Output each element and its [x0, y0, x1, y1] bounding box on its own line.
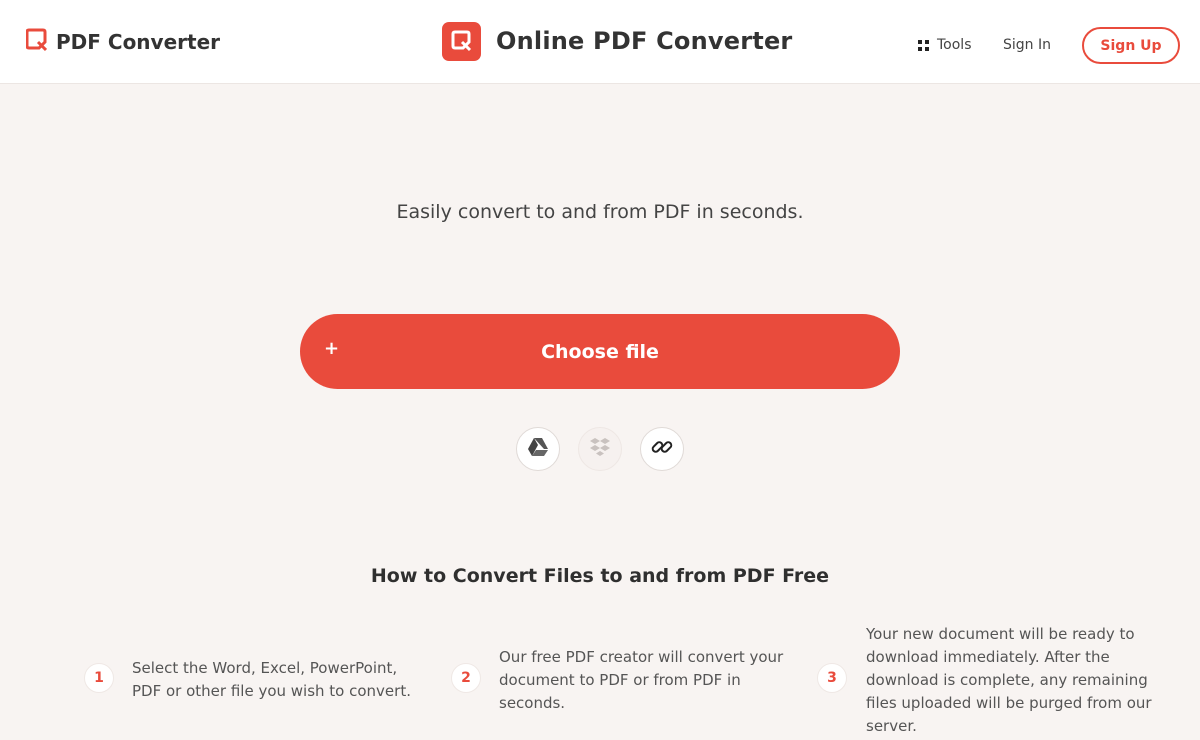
step-number-badge: 1 [84, 663, 114, 693]
tools-label: Tools [937, 37, 972, 53]
choose-file-button[interactable]: + Choose file [300, 314, 900, 389]
sign-in-label: Sign In [1003, 37, 1051, 53]
step-number-badge: 3 [817, 663, 847, 693]
sign-in-link[interactable]: Sign In [1003, 34, 1051, 56]
grid-icon [918, 36, 929, 55]
page-title: Online PDF Converter [496, 27, 793, 55]
step-2-line: seconds. [499, 694, 566, 712]
google-drive-button[interactable] [516, 427, 560, 471]
app-logo-icon [442, 21, 481, 61]
center-brand[interactable]: Online PDF Converter [442, 21, 792, 61]
plus-icon: + [324, 338, 340, 359]
step-3-line: Your new document will be ready to [866, 625, 1135, 643]
url-link-button[interactable] [640, 427, 684, 471]
step-3-text: Your new document will be ready to downl… [866, 623, 1166, 738]
step-2-line: Our free PDF creator will convert your [499, 648, 784, 666]
brand-link[interactable]: PDF Converter [25, 28, 220, 56]
header: PDF Converter Online PDF Converter Tools… [0, 0, 1200, 84]
step-1-line: Select the Word, Excel, PowerPoint, [132, 659, 398, 677]
step-1-line: PDF or other file you wish to convert. [132, 682, 411, 700]
brand-name: PDF Converter [56, 30, 220, 54]
step-3-line: download immediately. After the [866, 648, 1110, 666]
link-icon [651, 436, 673, 462]
sign-up-button[interactable]: Sign Up [1082, 27, 1180, 64]
tools-menu[interactable]: Tools [918, 34, 972, 56]
dropbox-button[interactable] [578, 427, 622, 471]
step-2-text: Our free PDF creator will convert your d… [499, 646, 789, 715]
step-1-text: Select the Word, Excel, PowerPoint, PDF … [132, 657, 422, 703]
step-3-line: download is complete, any remaining [866, 671, 1148, 689]
step-number-badge: 2 [451, 663, 481, 693]
how-to-title: How to Convert Files to and from PDF Fre… [370, 565, 830, 587]
step-3-line: files uploaded will be purged from our [866, 694, 1152, 712]
google-drive-icon [527, 437, 549, 461]
tagline: Easily convert to and from PDF in second… [396, 201, 804, 223]
pdf-logo-icon [25, 28, 48, 56]
step-3-line: server. [866, 717, 917, 735]
choose-file-label: Choose file [541, 340, 659, 363]
step-2-line: document to PDF or from PDF in [499, 671, 741, 689]
dropbox-icon [589, 437, 611, 461]
